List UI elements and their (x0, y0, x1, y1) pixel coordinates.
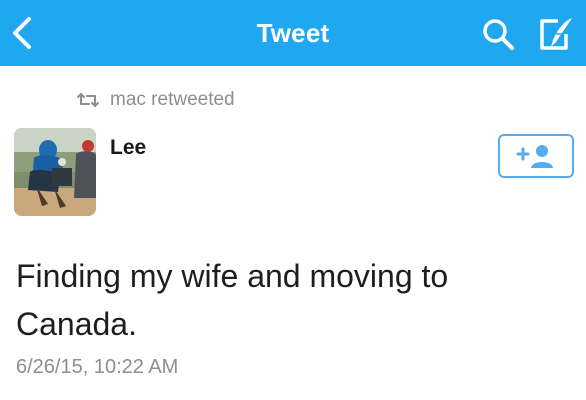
retweet-label: mac retweeted (110, 89, 235, 110)
search-button[interactable] (478, 14, 518, 54)
compose-tweet-button[interactable] (534, 14, 578, 54)
avatar[interactable] (14, 128, 96, 216)
retweet-context: mac retweeted (76, 88, 235, 112)
compose-tweet-icon (540, 18, 572, 50)
tweet-timestamp: 6/26/15, 10:22 AM (16, 356, 179, 378)
navigation-bar: Tweet (0, 0, 586, 66)
retweet-icon (77, 93, 99, 107)
author-photo (14, 128, 96, 216)
author-name[interactable]: Lee (110, 136, 146, 160)
search-icon (483, 19, 514, 50)
add-user-icon (516, 145, 553, 168)
tweet-text: Finding my wife and moving to Canada. (16, 258, 449, 342)
follow-button[interactable] (498, 134, 574, 178)
